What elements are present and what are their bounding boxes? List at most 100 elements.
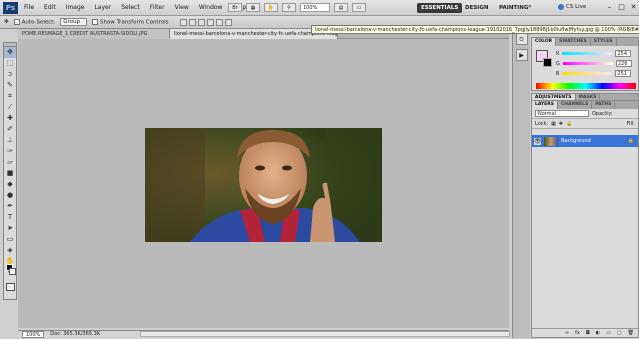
green-slider[interactable] [562,62,613,65]
cs-live-icon [558,4,564,10]
tab-paths[interactable]: PATHS [592,101,616,109]
dodge-tool-icon[interactable]: ● [4,190,16,201]
layer-mask-icon[interactable]: ◘ [586,329,590,337]
tab-styles[interactable]: STYLES [591,38,617,46]
zoom-level-select[interactable]: 100% [300,3,330,12]
marquee-tool-icon[interactable]: ⬚ [4,58,16,69]
menu-edit[interactable]: Edit [44,4,56,11]
status-zoom-field[interactable]: 100% [22,331,45,338]
delete-layer-icon[interactable]: 🗑 [628,329,634,337]
workspace-painting[interactable]: PAINTING [495,3,532,13]
mini-bridge-icon[interactable]: ▦ [246,3,260,12]
transform-toggle[interactable]: Show Transform Controls [92,18,169,26]
menu-view[interactable]: View [175,4,189,11]
zoom-tool-icon[interactable]: ⚲ [282,3,296,12]
screen-mode-icon[interactable]: ▭ [352,3,366,12]
align-center-icon[interactable] [215,18,223,26]
blur-tool-icon[interactable]: ◆ [4,179,16,190]
red-slider-row: R 254 [556,50,632,57]
3d-tool-icon[interactable]: ◈ [4,245,16,256]
cs-live[interactable]: CS Live [558,4,586,10]
new-group-icon[interactable]: ▭ [606,329,611,337]
align-buttons [179,18,232,26]
background-color-swatch[interactable] [9,268,16,275]
blue-label: B [556,70,560,77]
brush-tool-icon[interactable]: ✐ [4,124,16,135]
auto-select-toggle[interactable]: Auto-Select: [13,18,55,25]
layer-style-icon[interactable]: fx [575,329,580,337]
cs-live-label: CS Live [566,4,587,10]
horizontal-scrollbar[interactable] [140,331,510,337]
lock-all-icon[interactable]: 🔒 [566,121,572,127]
main-menu: File Edit Image Layer Select Filter View… [24,4,246,11]
menu-bar: Ps File Edit Image Layer Select Filter V… [0,0,639,16]
minimize-icon[interactable]: – [605,3,614,12]
color-spectrum-ramp[interactable] [536,83,636,89]
align-right-icon[interactable] [224,18,232,26]
red-slider[interactable] [562,52,613,55]
link-layers-icon[interactable]: ∞ [565,329,569,337]
blue-slider[interactable] [562,72,613,75]
quick-mask-icon[interactable] [6,283,15,291]
tab-color[interactable]: COLOR [532,38,557,46]
blue-value[interactable]: 251 [615,70,632,77]
visibility-eye-icon[interactable]: 👁 [534,137,542,145]
move-tool-icon[interactable]: ✥ [4,19,9,25]
move-tool-icon[interactable]: ✥ [4,47,16,58]
maximize-icon[interactable]: □ [617,3,626,12]
type-tool-icon[interactable]: T [4,212,16,223]
blend-mode-select[interactable]: Normal [535,110,589,117]
lock-position-icon[interactable]: ✥ [559,121,563,127]
arrange-documents-icon[interactable]: ▤ [334,3,348,12]
layer-row-background[interactable]: 👁 Background 🔒 [532,135,638,147]
more-workspaces-icon[interactable]: » [528,3,532,10]
color-background-swatch[interactable] [543,58,552,67]
eyedropper-tool-icon[interactable]: ⁄ [4,102,16,113]
hand-tool-icon[interactable]: ✋ [264,3,278,12]
tab-swatches[interactable]: SWATCHES [556,38,591,46]
appbar-icons: Br ▦ ✋ ⚲ 100% ▤ ▭ [228,3,366,12]
history-brush-icon[interactable]: ✑ [4,146,16,157]
workspace-design[interactable]: DESIGN [461,3,492,13]
transform-checkbox[interactable] [92,18,99,25]
lock-pixels-icon[interactable]: ▦ [551,121,556,127]
menu-window[interactable]: Window [199,4,223,11]
auto-select-dropdown[interactable]: Group [60,18,88,26]
auto-select-checkbox[interactable] [13,18,20,25]
lasso-tool-icon[interactable]: ↄ [4,69,16,80]
path-select-tool-icon[interactable]: ➤ [4,223,16,234]
menu-file[interactable]: File [24,4,34,11]
menu-select[interactable]: Select [121,4,140,11]
layer-thumbnail [544,136,558,146]
tab-layers[interactable]: LAYERS [532,101,558,109]
actions-panel-icon[interactable]: ▶ [515,49,528,61]
transform-label: Show Transform Controls [100,19,169,26]
green-slider-row: G 226 [556,60,632,67]
bridge-icon[interactable]: Br [228,3,242,12]
shape-tool-icon[interactable]: ▭ [4,234,16,245]
new-layer-icon[interactable]: ▢ [617,329,622,337]
align-top-icon[interactable] [179,18,187,26]
red-value[interactable]: 254 [615,50,632,57]
history-panel-icon[interactable]: ⏲ [515,33,528,45]
align-bottom-icon[interactable] [197,18,205,26]
tab-document-1[interactable]: POME.RESMAGE_1 CREDIT AUSTRASTA-SIDOLI.J… [18,29,170,39]
workspace-essentials[interactable]: ESSENTIALS [417,3,463,13]
close-icon[interactable]: ✕ [629,3,638,12]
crop-tool-icon[interactable]: ⌗ [4,91,16,102]
healing-tool-icon[interactable]: ✚ [4,113,16,124]
document-image[interactable] [145,128,382,242]
menu-filter[interactable]: Filter [150,4,165,11]
align-middle-icon[interactable] [188,18,196,26]
menu-image[interactable]: Image [66,4,85,11]
pen-tool-icon[interactable]: ✒ [4,201,16,212]
quick-select-tool-icon[interactable]: ✎ [4,80,16,91]
green-value[interactable]: 226 [615,60,632,67]
stamp-tool-icon[interactable]: ⊥ [4,135,16,146]
adjustment-layer-icon[interactable]: ◐ [596,329,600,337]
gradient-tool-icon[interactable]: ■ [4,168,16,179]
menu-layer[interactable]: Layer [94,4,111,11]
align-left-icon[interactable] [206,18,214,26]
eraser-tool-icon[interactable]: ▱ [4,157,16,168]
tab-channels[interactable]: CHANNELS [558,101,593,109]
